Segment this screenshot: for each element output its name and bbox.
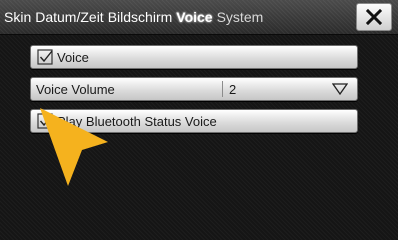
- tab-bar: Skin Datum/Zeit Bildschirm Voice System: [0, 0, 398, 35]
- voice-volume-value: 2: [229, 81, 237, 97]
- tab-bildschirm[interactable]: Bildschirm: [108, 9, 173, 25]
- tab-list: Skin Datum/Zeit Bildschirm Voice System: [4, 9, 263, 25]
- voice-volume-label: Voice Volume: [36, 81, 115, 97]
- dropdown-divider: [222, 81, 223, 97]
- close-button[interactable]: [356, 3, 392, 31]
- voice-toggle-label: Voice: [57, 49, 89, 65]
- tab-system[interactable]: System: [217, 9, 264, 25]
- tab-skin[interactable]: Skin: [4, 9, 31, 25]
- tab-datum-zeit[interactable]: Datum/Zeit: [35, 9, 103, 25]
- close-icon: [366, 9, 382, 25]
- tab-voice[interactable]: Voice: [176, 9, 212, 25]
- checkbox-checked-icon[interactable]: [37, 49, 53, 65]
- triangle-down-icon[interactable]: [331, 82, 349, 96]
- voice-toggle-row[interactable]: Voice: [30, 45, 358, 69]
- voice-volume-dropdown[interactable]: Voice Volume 2: [30, 77, 358, 101]
- pointer-arrow-icon: [40, 108, 108, 186]
- settings-screen: Skin Datum/Zeit Bildschirm Voice System …: [0, 0, 398, 240]
